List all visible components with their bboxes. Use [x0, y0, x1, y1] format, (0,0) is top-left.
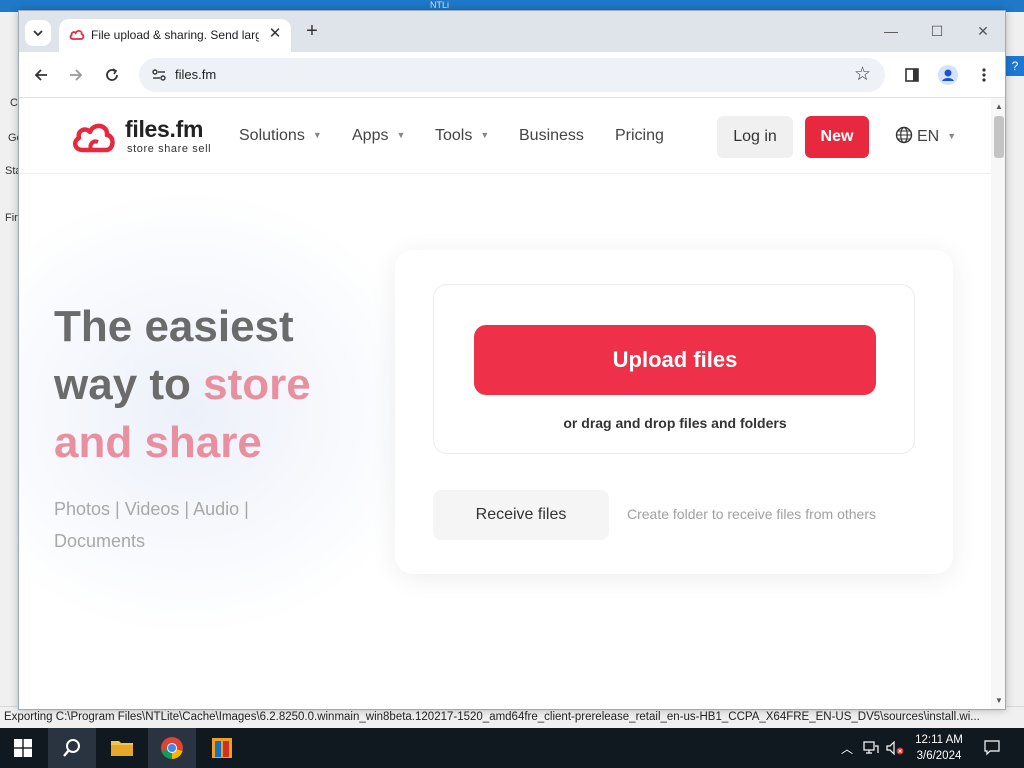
side-panel-button[interactable] — [900, 63, 924, 87]
site-settings-icon[interactable] — [151, 67, 167, 83]
nav-label: Solutions — [239, 127, 305, 144]
login-button[interactable]: Log in — [717, 116, 793, 158]
taskbar-chrome[interactable] — [148, 728, 196, 768]
hero-subtitle-line1: Photos | Videos | Audio | — [54, 499, 249, 519]
bookmark-star-icon[interactable]: ☆ — [854, 65, 871, 85]
back-button[interactable] — [29, 63, 53, 87]
close-icon[interactable]: ✕ — [266, 25, 284, 43]
scroll-up-arrow-icon[interactable]: ▲ — [994, 102, 1004, 112]
nav-label: Pricing — [615, 127, 664, 144]
browser-window: File upload & sharing. Send larg ✕ + — ☐… — [18, 10, 1006, 710]
nav-tools[interactable]: Tools ▼ — [435, 127, 489, 145]
nav-solutions[interactable]: Solutions ▼ — [239, 127, 322, 145]
nav-label: Apps — [352, 127, 389, 144]
arrow-left-icon — [34, 69, 47, 81]
clock-time: 12:11 AM — [915, 734, 963, 746]
hero-subtitle-line2: Documents — [54, 531, 146, 551]
network-icon[interactable] — [860, 728, 882, 768]
tab-title: File upload & sharing. Send larg — [91, 28, 259, 42]
new-button[interactable]: New — [805, 116, 869, 158]
chrome-icon — [161, 737, 183, 759]
nav-business[interactable]: Business — [519, 127, 584, 145]
new-tab-button[interactable]: + — [301, 21, 323, 43]
cloud-logo-icon — [73, 123, 115, 153]
reload-button[interactable] — [100, 63, 124, 87]
globe-icon — [895, 126, 913, 144]
tab-strip: File upload & sharing. Send larg ✕ + — ☐… — [19, 11, 1005, 52]
logo-tagline: store share sell — [127, 143, 212, 155]
help-icon[interactable]: ? — [1006, 56, 1024, 76]
taskbar-file-explorer[interactable] — [98, 728, 146, 768]
browser-tab[interactable]: File upload & sharing. Send larg ✕ — [59, 19, 291, 52]
menu-button[interactable] — [972, 63, 996, 87]
minimize-button[interactable]: — — [871, 21, 911, 41]
language-selector[interactable]: EN ▼ — [895, 126, 956, 146]
more-vertical-icon — [982, 68, 986, 82]
caret-down-icon: ▼ — [480, 130, 490, 140]
language-code: EN — [917, 128, 940, 145]
nav-pricing[interactable]: Pricing — [615, 127, 664, 145]
hero-subtitle: Photos | Videos | Audio | Documents — [54, 493, 334, 557]
background-app-title: NTLi — [430, 0, 450, 10]
address-bar[interactable]: files.fm ☆ — [139, 58, 885, 92]
maximize-button[interactable]: ☐ — [917, 21, 957, 41]
caret-down-icon: ▼ — [396, 130, 406, 140]
taskbar: ︿ 12:11 AM 3/6/2024 — [0, 728, 1024, 768]
hero-title-line1: The easiest — [54, 302, 294, 351]
scroll-down-arrow-icon[interactable]: ▼ — [994, 696, 1004, 706]
drag-drop-hint: or drag and drop files and folders — [563, 415, 787, 431]
files-fm-logo[interactable]: files.fm store share sell — [71, 116, 221, 158]
window-close-button[interactable]: ✕ — [963, 21, 1003, 41]
logo-name: files.fm — [125, 116, 204, 142]
background-fragment: C — [10, 97, 18, 109]
profile-button[interactable] — [936, 63, 960, 87]
taskbar-ntlite[interactable] — [198, 728, 246, 768]
taskbar-search-button[interactable] — [48, 728, 96, 768]
upload-card: Upload files or drag and drop files and … — [395, 250, 953, 574]
site-header: files.fm store share sell Solutions ▼ App… — [19, 98, 991, 174]
clock-date: 3/6/2024 — [916, 750, 962, 762]
scroll-thumb[interactable] — [994, 116, 1004, 158]
upload-files-button[interactable]: Upload files — [474, 325, 876, 395]
nav-apps[interactable]: Apps ▼ — [352, 127, 405, 145]
windows-start-icon[interactable] — [14, 739, 32, 757]
address-text: files.fm — [175, 67, 217, 82]
receive-files-button[interactable]: Receive files — [433, 490, 609, 540]
reload-icon — [106, 68, 118, 81]
caret-down-icon: ▼ — [312, 130, 322, 140]
background-right-panel — [1006, 12, 1024, 712]
tray-expand-icon[interactable]: ︿ — [838, 728, 856, 768]
background-fragment: Fir — [5, 212, 18, 224]
hero-title-highlight: store — [203, 360, 311, 409]
hero-title-line2: way to — [54, 360, 204, 409]
ntlite-icon — [212, 738, 232, 758]
nav-label: Tools — [435, 127, 473, 144]
system-clock[interactable]: 12:11 AM 3/6/2024 — [906, 732, 972, 764]
arrow-right-icon — [70, 69, 83, 81]
chevron-down-icon — [33, 30, 43, 37]
caret-down-icon: ▼ — [947, 131, 957, 141]
drop-zone[interactable]: Upload files or drag and drop files and … — [433, 284, 915, 454]
browser-toolbar: files.fm ☆ — [19, 52, 1005, 98]
tab-search-button[interactable] — [25, 20, 51, 46]
hero-title-highlight: and share — [54, 418, 262, 467]
files-fm-favicon — [69, 30, 85, 40]
avatar-icon — [938, 65, 958, 85]
forward-button[interactable] — [64, 63, 88, 87]
hero-title: The easiest way to store and share — [54, 298, 384, 472]
page-content: files.fm store share sell Solutions ▼ App… — [19, 98, 991, 709]
receive-files-hint: Create folder to receive files from othe… — [627, 506, 876, 522]
side-panel-icon — [905, 68, 919, 82]
nav-label: Business — [519, 127, 584, 144]
folder-icon — [111, 741, 133, 756]
notifications-icon[interactable] — [980, 728, 1004, 768]
page-scrollbar[interactable]: ▲ ▼ — [991, 98, 1005, 709]
volume-muted-icon[interactable] — [884, 728, 906, 768]
search-icon — [63, 739, 80, 757]
